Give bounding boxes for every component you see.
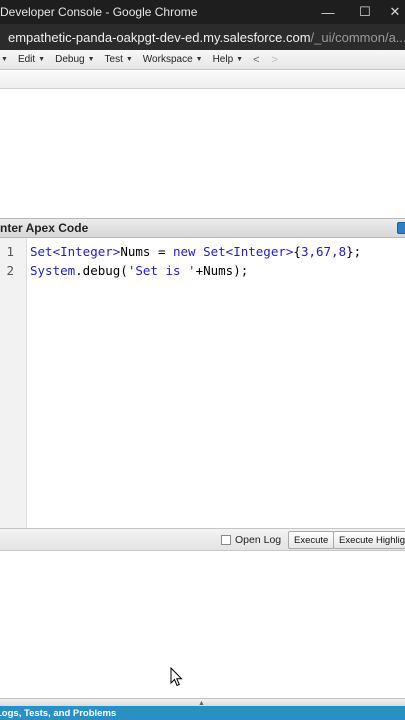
menu-test-label: Test <box>104 54 123 65</box>
execute-button[interactable]: Execute <box>288 531 335 549</box>
maximize-panel-icon[interactable] <box>397 222 405 234</box>
panel-splitter[interactable]: ▲ <box>0 698 405 707</box>
menu-workspace[interactable]: Workspace ▼ <box>143 54 203 65</box>
menu-help[interactable]: Help ▼ <box>213 54 244 65</box>
line-number: 1 <box>6 244 14 259</box>
maximize-icon[interactable]: ☐ <box>345 0 385 24</box>
window-title: Developer Console - Google Chrome <box>0 5 198 19</box>
line-number: 2 <box>6 263 14 278</box>
line-number-gutter: 1 2 <box>0 238 27 528</box>
minimize-icon[interactable]: — <box>308 0 348 24</box>
apex-window-header: Enter Apex Code <box>0 218 405 238</box>
lower-panel <box>0 551 405 698</box>
code-line[interactable]: System.debug('Set is '+Nums); <box>30 263 248 278</box>
code-token: +Nums); <box>195 263 249 278</box>
editor-area <box>0 89 405 218</box>
menu-test[interactable]: Test ▼ <box>105 54 133 65</box>
code-line[interactable]: Set<Integer>Nums = new Set<Integer>{3,67… <box>30 244 361 259</box>
address-bar[interactable]: empathetic-panda-oakpgt-dev-ed.my.salesf… <box>0 24 405 50</box>
apex-window-title: Enter Apex Code <box>0 221 89 235</box>
code-token: 3,67,8 <box>300 244 347 259</box>
chevron-down-icon: ▼ <box>125 56 133 63</box>
code-token: System <box>30 263 76 278</box>
chevron-down-icon: ▼ <box>236 56 244 63</box>
open-log-option[interactable]: Open Log <box>221 534 281 546</box>
open-log-label: Open Log <box>235 534 282 546</box>
apex-code-editor[interactable]: 1 2 Set<Integer>Nums = new Set<Integer>{… <box>0 238 405 528</box>
code-token: Set<Integer> <box>30 244 121 259</box>
execute-highlighted-button[interactable]: Execute Highlighted <box>333 531 405 549</box>
console-menu-bar: ▼ Edit ▼ Debug ▼ Test ▼ Workspace ▼ Help ▼ < … <box>0 50 405 70</box>
url-host: empathetic-panda-oakpgt-dev-ed.my.salesf… <box>8 29 311 45</box>
editor-tab-strip <box>0 71 405 89</box>
open-log-checkbox[interactable] <box>221 535 231 545</box>
menu-help-label: Help <box>212 54 234 65</box>
menu-edit[interactable]: Edit ▼ <box>18 54 45 65</box>
menu-file-edge[interactable]: ▼ <box>0 56 8 63</box>
menu-debug-label: Debug <box>55 54 85 65</box>
chevron-down-icon: ▼ <box>195 56 203 63</box>
code-token: Nums = <box>120 244 173 259</box>
code-token: { <box>293 244 301 259</box>
mouse-cursor-icon <box>170 667 183 687</box>
close-icon[interactable]: ✕ <box>380 0 405 24</box>
page: Developer Console - Google Chrome — ☐ ✕ … <box>0 0 405 720</box>
chevron-down-icon: ▼ <box>87 56 95 63</box>
chevron-down-icon: ▼ <box>38 56 46 63</box>
menu-workspace-label: Workspace <box>142 54 193 65</box>
browser-title-bar: Developer Console - Google Chrome — ☐ ✕ <box>0 0 405 24</box>
logs-tests-problems-bar[interactable]: Logs, Tests, and Problems <box>0 706 405 720</box>
menu-debug[interactable]: Debug ▼ <box>55 54 94 65</box>
menu-edit-label: Edit <box>17 54 36 65</box>
code-token: 'Set is ' <box>127 263 196 278</box>
code-token: }; <box>346 244 362 259</box>
code-token: new Set<Integer> <box>173 244 294 259</box>
nav-forward-button[interactable]: > <box>272 54 278 66</box>
execute-bar: Open Log Execute Execute Highlighted <box>0 528 405 551</box>
code-token: .debug( <box>75 263 128 278</box>
chevron-down-icon: ▼ <box>1 56 8 63</box>
nav-back-button[interactable]: < <box>253 54 259 66</box>
logs-tests-problems-label: Logs, Tests, and Problems <box>0 707 117 719</box>
url-path: /_ui/common/a... <box>310 29 405 45</box>
